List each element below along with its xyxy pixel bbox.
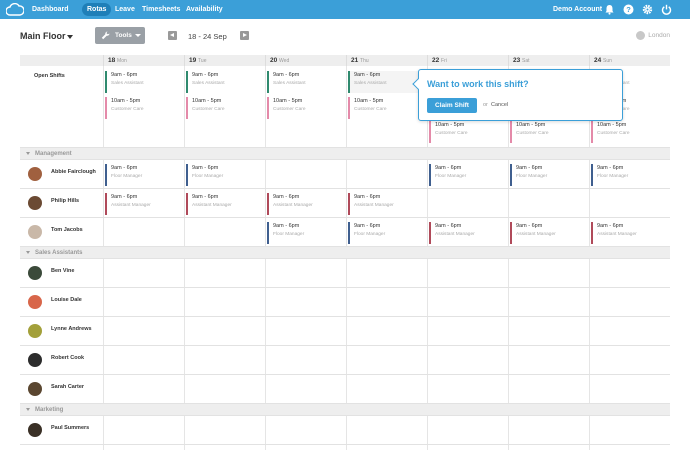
shift-block[interactable]: 9am - 6pm Floor Manager [591, 164, 665, 186]
staff-name: Ben Vine [51, 268, 75, 274]
avatar [28, 225, 42, 239]
help-icon[interactable]: ? [623, 4, 634, 15]
avatar [28, 196, 42, 210]
shift-block[interactable]: 9am - 6pm Floor Manager [429, 164, 503, 186]
header-corner [20, 55, 103, 66]
open-shift[interactable]: 10am - 5pmCustomer Care [429, 121, 503, 143]
account-menu[interactable]: Demo Account [553, 0, 602, 19]
shift-block[interactable]: 9am - 6pm Floor Manager [105, 164, 179, 186]
staff-name: Tom Jacobs [51, 227, 83, 233]
chevron-down-icon[interactable] [67, 35, 73, 39]
power-icon[interactable] [661, 4, 672, 15]
staff-row-louise: Louise Dale [20, 288, 670, 317]
globe-icon [636, 31, 645, 40]
gear-icon[interactable] [642, 4, 653, 15]
open-shift[interactable]: 10am - 5pmCustomer Care [510, 121, 584, 143]
shift-block[interactable]: 9am - 6pm Assistant Manager [186, 193, 260, 215]
day-header-sat: 23 Sat [508, 55, 589, 66]
nav-leave[interactable]: Leave [115, 0, 135, 19]
top-nav-bar: Dashboard Rotas Leave Timesheets Availab… [0, 0, 690, 19]
shift-block[interactable]: 9am - 6pm Assistant Manager [429, 222, 503, 244]
staff-row-paul: Paul Summers [20, 416, 670, 445]
staff-name: Louise Dale [51, 297, 82, 303]
popover-or: or [483, 102, 488, 108]
bell-icon[interactable] [604, 4, 615, 15]
staff-row-ben: Ben Vine [20, 259, 670, 288]
day-header-wed: 20 Wed [265, 55, 346, 66]
collapse-icon [26, 408, 30, 411]
avatar [28, 167, 42, 181]
shift-block[interactable]: 9am - 6pm Assistant Manager [105, 193, 179, 215]
cancel-link[interactable]: Cancel [491, 102, 508, 108]
shift-block[interactable]: 9am - 6pm Assistant Manager [510, 222, 584, 244]
open-shift[interactable]: 9am - 6pmSales Assistant [186, 71, 260, 93]
shift-block[interactable]: 9am - 6pm Assistant Manager [348, 193, 422, 215]
location-title[interactable]: Main Floor [20, 31, 66, 41]
shift-block[interactable]: 9am - 6pm Assistant Manager [267, 193, 341, 215]
open-shift[interactable]: 9am - 6pmSales Assistant [267, 71, 341, 93]
day-header-thu: 21 Thu [346, 55, 427, 66]
nav-timesheets[interactable]: Timesheets [142, 0, 180, 19]
staff-name: Philip Hills [51, 198, 80, 204]
wrench-icon [101, 31, 110, 40]
staff-name: Paul Summers [51, 425, 90, 431]
staff-row-sarah: Sarah Carter [20, 375, 670, 404]
section-label: Sales Assistants [35, 250, 83, 256]
shift-block[interactable]: 9am - 6pm Floor Manager [267, 222, 341, 244]
svg-text:?: ? [626, 5, 631, 14]
shift-block[interactable]: 9am - 6pm Floor Manager [186, 164, 260, 186]
open-shift[interactable]: 10am - 5pmCustomer Care [186, 97, 260, 119]
open-shifts-label: Open Shifts [34, 73, 65, 79]
staff-row-lynne: Lynne Andrews [20, 317, 670, 346]
open-shift[interactable]: 10am - 5pmCustomer Care [348, 97, 422, 119]
shift-block[interactable]: 9am - 6pm Assistant Manager [591, 222, 665, 244]
avatar [28, 295, 42, 309]
nav-rotas[interactable]: Rotas [82, 3, 112, 16]
open-shift[interactable]: 10am - 5pmCustomer Care [105, 97, 179, 119]
staff-name: Robert Cook [51, 355, 84, 361]
shift-block[interactable]: 9am - 6pm Floor Manager [510, 164, 584, 186]
nav-dashboard[interactable]: Dashboard [32, 0, 69, 19]
open-shift[interactable]: 9am - 6pmSales Assistant [105, 71, 179, 93]
cloud-logo-icon[interactable] [6, 3, 24, 16]
collapse-icon [26, 152, 30, 155]
day-header-tue: 19 Tue [184, 55, 265, 66]
claim-shift-button[interactable]: Claim Shift [427, 98, 477, 113]
claim-shift-popover: Want to work this shift? Claim Shift or … [412, 69, 623, 121]
shift-block[interactable]: 9am - 6pm Floor Manager [348, 222, 422, 244]
tools-label: Tools [115, 32, 132, 39]
avatar [28, 324, 42, 338]
section-label: Management [35, 151, 72, 157]
section-marketing[interactable]: Marketing [20, 404, 670, 416]
staff-row-robert: Robert Cook [20, 346, 670, 375]
location-label: London [648, 32, 670, 39]
section-sales-assistants[interactable]: Sales Assistants [20, 247, 670, 259]
open-shift-selected[interactable]: 9am - 6pm Sales Assistant [348, 71, 422, 93]
prev-week-button[interactable] [168, 31, 177, 40]
staff-name: Abbie Fairclough [51, 169, 96, 175]
tools-button[interactable]: Tools [95, 27, 145, 44]
avatar [28, 382, 42, 396]
section-management[interactable]: Management [20, 148, 670, 160]
caret-down-icon [135, 34, 141, 37]
open-shift[interactable]: 10am - 5pmCustomer Care [591, 121, 665, 143]
popover-question: Want to work this shift? [427, 79, 529, 89]
next-week-button[interactable] [240, 31, 249, 40]
avatar [28, 423, 42, 437]
day-header-fri: 22 Fri [427, 55, 508, 66]
open-shift[interactable]: 10am - 5pmCustomer Care [267, 97, 341, 119]
nav-availability[interactable]: Availability [186, 0, 223, 19]
staff-name: Sarah Carter [51, 384, 85, 390]
week-range: 18 - 24 Sep [188, 32, 227, 41]
avatar [28, 266, 42, 280]
collapse-icon [26, 251, 30, 254]
section-label: Marketing [35, 407, 64, 413]
day-header-mon: 18 Mon [103, 55, 184, 66]
day-header-sun: 24 Sun [589, 55, 670, 66]
avatar [28, 353, 42, 367]
staff-name: Lynne Andrews [51, 326, 92, 332]
